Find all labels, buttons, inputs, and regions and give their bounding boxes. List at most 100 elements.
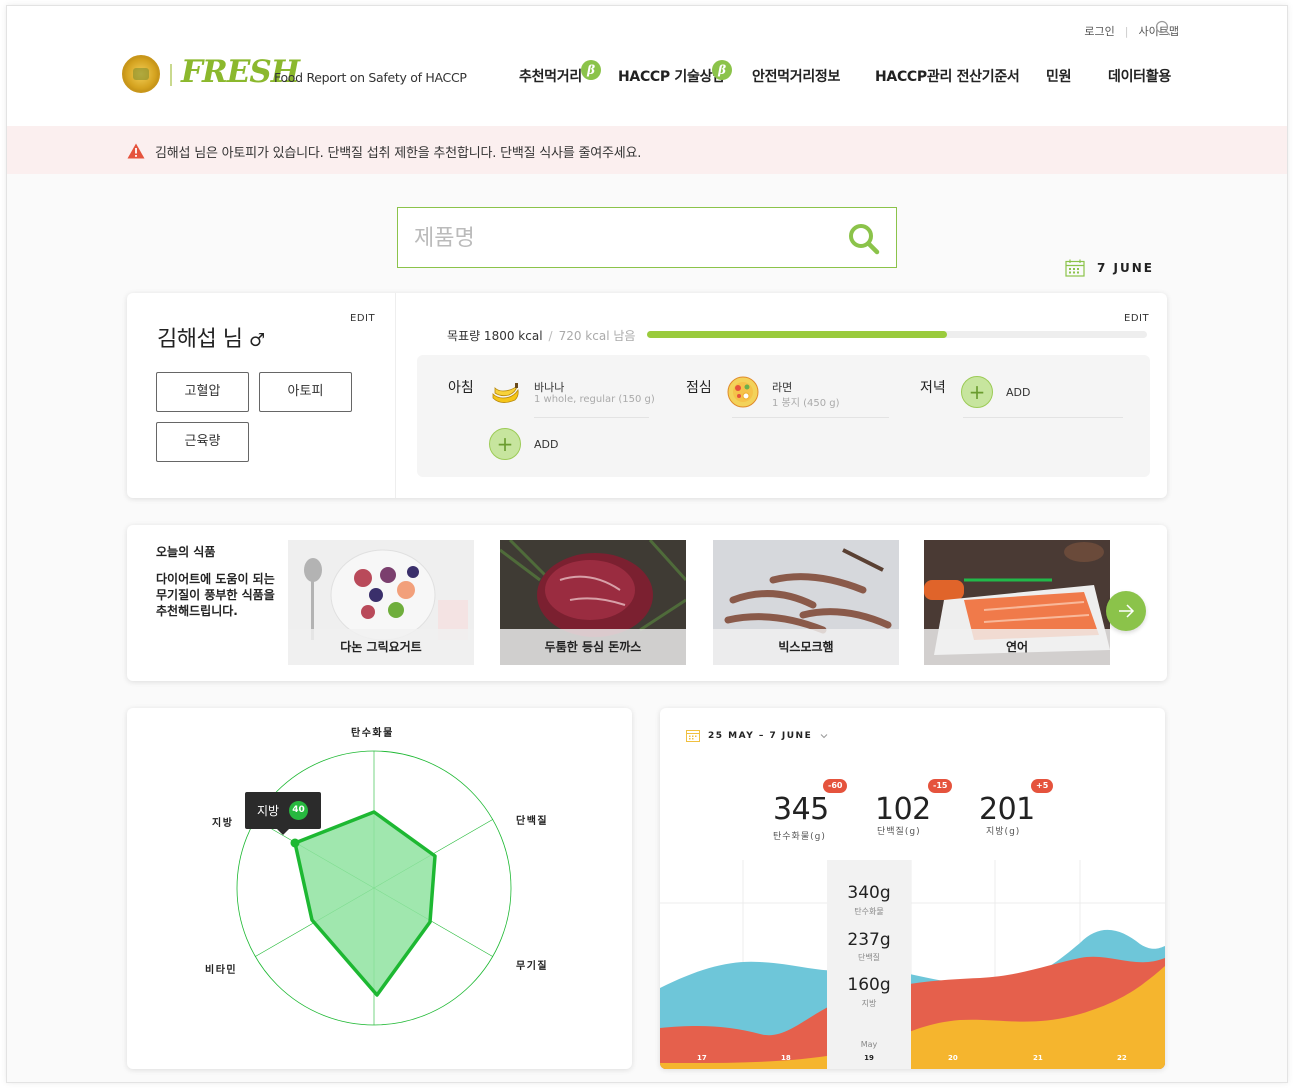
user-name-text: 김해섭 님: [157, 327, 243, 352]
beta-badge: β: [581, 60, 601, 80]
calendar-icon: [686, 730, 700, 742]
tooltip-label: 지방: [257, 804, 280, 818]
user-name: 김해섭 님 ♂: [157, 321, 265, 353]
radar-axis-vitamin: 비타민: [205, 965, 238, 976]
add-breakfast-button[interactable]: [489, 428, 521, 460]
kpi-fat-label: 지방(g): [986, 827, 1021, 837]
food-card-salmon[interactable]: 연어: [924, 540, 1110, 665]
nav-haccp-standard[interactable]: HACCP관리 전산기준서: [875, 66, 1020, 86]
meal-label-breakfast: 아침: [448, 380, 474, 396]
kpi-fat-value: 201: [979, 792, 1035, 827]
meal-label-lunch: 점심: [686, 380, 712, 396]
food-card-smoked-ham[interactable]: 빅스모크햄: [713, 540, 899, 665]
calorie-goal: 목표량 1800 kcal/720 kcal 남음: [447, 329, 636, 343]
radar-axis-fat: 지방: [212, 818, 234, 829]
x-axis-label: 20: [948, 1054, 958, 1062]
util-separator: |: [1124, 24, 1129, 38]
highlight-fat-value: 160g: [847, 975, 891, 995]
goal-text: 목표량 1800 kcal: [447, 329, 543, 343]
calorie-progress-fill: [647, 331, 947, 338]
food-card-yogurt[interactable]: 다논 그릭요거트: [288, 540, 474, 665]
add-dinner-label[interactable]: ADD: [1006, 386, 1030, 399]
remaining-text: 720 kcal 남음: [558, 329, 636, 343]
date-picker[interactable]: 7 JUNE: [1065, 259, 1154, 277]
nav-label: 추천먹거리: [519, 69, 582, 85]
search-input[interactable]: [414, 222, 834, 254]
ramen-icon: [727, 376, 759, 408]
calorie-progress-bar: [647, 331, 1147, 338]
nutrition-area-chart: [660, 860, 1165, 1069]
kpi-protein-label: 단백질(g): [877, 827, 921, 837]
x-axis-label: 18: [781, 1054, 791, 1062]
nav-recommended-food[interactable]: 추천먹거리 β: [519, 60, 601, 86]
nutrient-radar-chart: [236, 750, 512, 1026]
breakfast-food-name: 바나나: [534, 381, 565, 394]
x-axis-label: 17: [697, 1054, 707, 1062]
highlight-fat-label: 지방: [861, 999, 877, 1008]
chart-highlight-panel: 340g 탄수화물 237g 단백질 160g 지방 May 19: [827, 860, 911, 1069]
food-card-label: 두툼한 등심 돈까스: [500, 629, 686, 665]
food-card-pork-cutlet[interactable]: 두툼한 등심 돈까스: [500, 540, 686, 665]
alert-banner: 김해섭 님은 아토피가 있습니다. 단백질 섭취 제한을 추천합니다. 단백질 …: [7, 126, 1287, 174]
chevron-down-icon: [820, 733, 828, 738]
breakfast-divider: [534, 417, 649, 418]
radar-axis-protein: 단백질: [516, 816, 549, 827]
lunch-divider: [732, 417, 889, 418]
nav-label: HACCP 기술상담: [618, 69, 725, 85]
tag-atopy[interactable]: 아토피: [259, 372, 352, 412]
nutrition-stats-card: 25 MAY – 7 JUNE 345 탄수화물(g) -60 102 단백질(…: [660, 708, 1165, 1069]
add-dinner-button[interactable]: [961, 376, 993, 408]
tag-muscle-mass[interactable]: 근육량: [156, 422, 249, 462]
kpi-protein-value: 102: [875, 792, 931, 827]
highlight-protein-label: 단백질: [857, 953, 881, 962]
profile-intake-card: 김해섭 님 ♂ EDIT 고혈압 아토피 근육량 EDIT 목표량 1800 k…: [127, 293, 1167, 498]
male-icon: ♂: [248, 330, 265, 351]
next-foods-button[interactable]: [1106, 591, 1146, 631]
site-header: 로그인 | 사이트맵 FRESH Food Report on Safety o…: [7, 6, 1287, 126]
food-card-label: 빅스모크햄: [713, 629, 899, 665]
main-nav: 추천먹거리 β HACCP 기술상담 β 안전먹거리정보 HACCP관리 전산기준서…: [7, 60, 1287, 88]
login-link[interactable]: 로그인: [1084, 23, 1114, 39]
calendar-icon: [1065, 259, 1085, 277]
lunch-food-name: 라면: [772, 381, 793, 394]
highlight-carb-value: 340g: [847, 883, 891, 903]
tooltip-value: 40: [289, 801, 308, 820]
search-button-icon[interactable]: [846, 221, 882, 257]
intake-edit-button[interactable]: EDIT: [1124, 313, 1149, 324]
current-date: 7 JUNE: [1097, 261, 1154, 275]
beta-badge: β: [712, 60, 732, 80]
dinner-divider: [963, 417, 1123, 418]
kpi-carb-value: 345: [773, 792, 829, 827]
nav-complaints[interactable]: 민원: [1046, 66, 1071, 86]
food-card-label: 다논 그릭요거트: [288, 629, 474, 665]
kpi-protein-delta: -15: [928, 779, 953, 793]
tag-hypertension[interactable]: 고혈압: [156, 372, 249, 412]
date-range-selector[interactable]: 25 MAY – 7 JUNE: [686, 729, 828, 742]
meal-panel: 아침 바나나 1 whole, regular (150 g) ADD 점심 라: [417, 355, 1150, 477]
today-foods-desc: 다이어트에 도움이 되는 무기질이 풍부한 식품을 추천해드립니다.: [156, 572, 275, 618]
highlight-month: May: [860, 1040, 878, 1049]
arrow-right-icon: [1119, 604, 1135, 618]
breakfast-food-desc: 1 whole, regular (150 g): [534, 394, 655, 405]
radar-axis-carb: 탄수화물: [351, 728, 394, 739]
nav-haccp-consult[interactable]: HACCP 기술상담 β: [618, 60, 732, 86]
profile-panel: 김해섭 님 ♂ EDIT 고혈압 아토피 근육량: [127, 293, 396, 498]
nutrient-radar-card: 탄수화물 단백질 무기질 비타민 지방 지방 40: [127, 708, 632, 1069]
product-search: [397, 207, 897, 268]
radar-tooltip: 지방 40: [245, 792, 321, 835]
radar-data-shape: [293, 810, 437, 997]
date-range-text: 25 MAY – 7 JUNE: [708, 730, 813, 741]
radar-point-fat: [290, 838, 300, 848]
lunch-food-desc: 1 봉지 (450 g): [772, 398, 840, 409]
x-axis-label: 21: [1033, 1054, 1043, 1062]
banana-icon: [492, 383, 519, 403]
highlight-protein-value: 237g: [847, 930, 891, 950]
nav-safe-food-info[interactable]: 안전먹거리정보: [752, 66, 840, 86]
kpi-fat-delta: +5: [1031, 779, 1054, 793]
add-breakfast-label[interactable]: ADD: [534, 438, 558, 451]
today-foods-card: 오늘의 식품 다이어트에 도움이 되는 무기질이 풍부한 식품을 추천해드립니다…: [127, 525, 1167, 681]
search-icon[interactable]: [1155, 20, 1171, 36]
profile-edit-button[interactable]: EDIT: [350, 313, 375, 324]
kpi-carb-label: 탄수화물(g): [773, 832, 826, 842]
nav-data-use[interactable]: 데이터활용: [1108, 66, 1171, 86]
